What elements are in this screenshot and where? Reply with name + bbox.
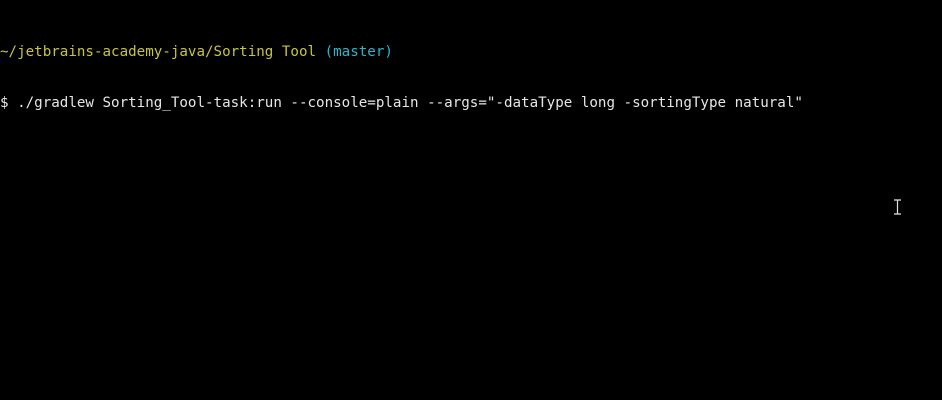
terminal-window[interactable]: ~/jetbrains-academy-java/Sorting Tool (m… <box>0 0 942 400</box>
text-cursor-ibeam-icon <box>894 199 901 215</box>
prompt-symbol: $ <box>0 95 9 111</box>
command-line[interactable]: $ ./gradlew Sorting_Tool-task:run --cons… <box>0 95 942 112</box>
command-text[interactable]: ./gradlew Sorting_Tool-task:run --consol… <box>17 95 803 111</box>
prompt-header-line: ~/jetbrains-academy-java/Sorting Tool (m… <box>0 44 942 61</box>
current-directory: ~/jetbrains-academy-java/Sorting Tool <box>0 44 317 60</box>
git-branch: (master) <box>324 44 393 60</box>
